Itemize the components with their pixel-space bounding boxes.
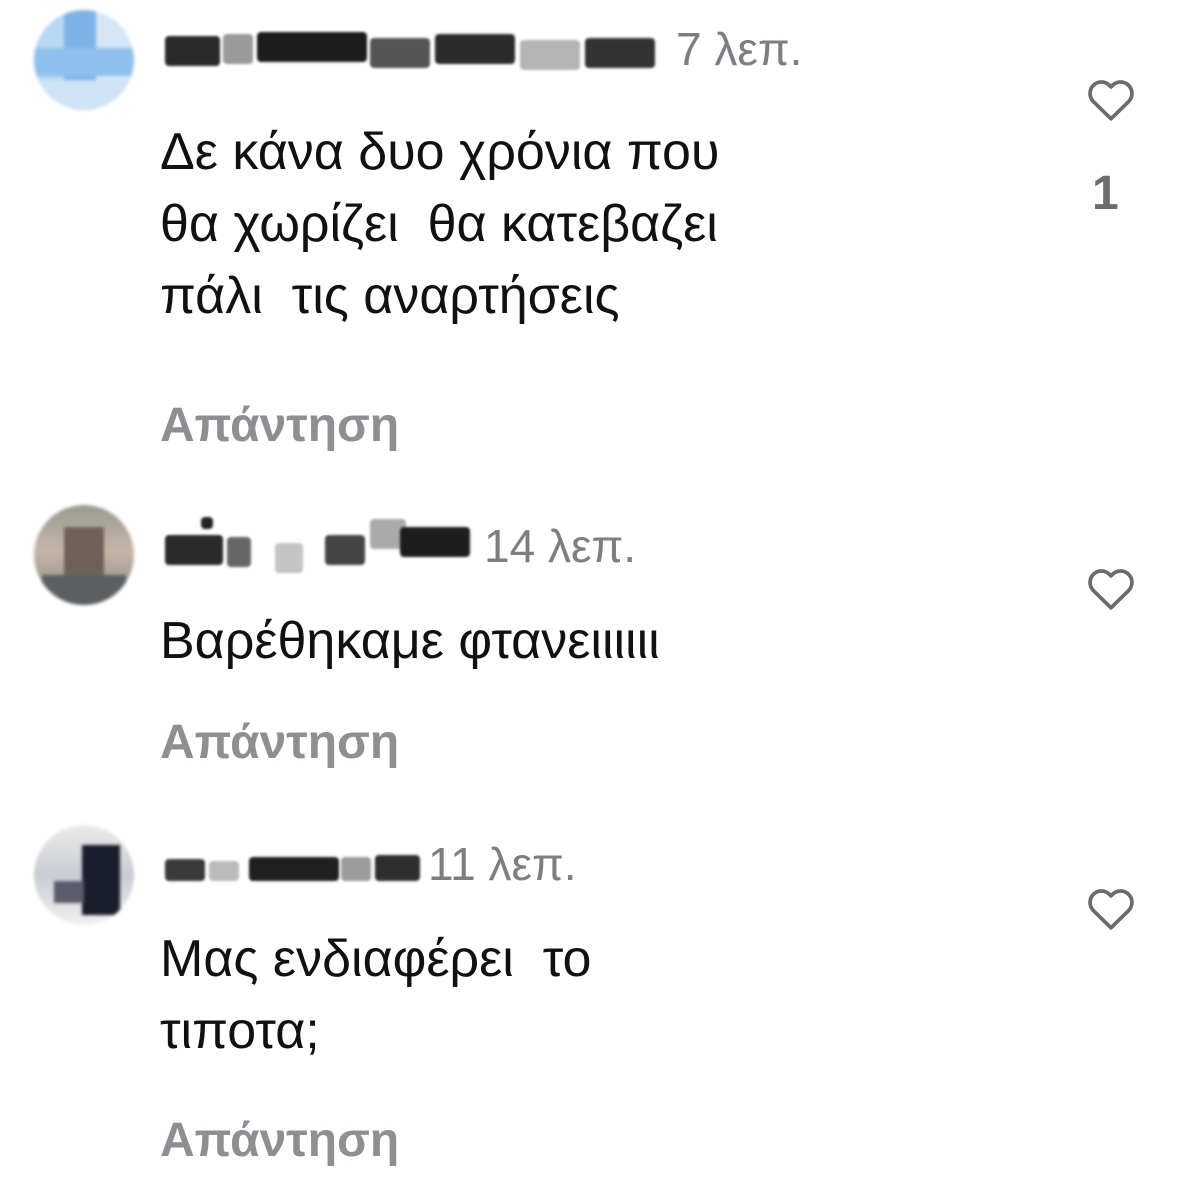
comment-text: Δε κάνα δυο χρόνια που θα χωρίζει θα κατ… (160, 123, 720, 325)
username-blurred[interactable] (165, 24, 665, 70)
comment-timestamp: 14 λεπ. (484, 520, 636, 572)
reply-button[interactable]: Απάντηση (160, 398, 399, 453)
comment-item: 11 λεπ. Μας ενδιαφέρει το τιποτα; Απάντη… (0, 825, 1200, 1192)
comment-text: Μας ενδιαφέρει το τιποτα; (160, 930, 592, 1060)
comment-item: 14 λεπ. Βαρέθηκαμε φτανειιιιιι Απάντηση (0, 505, 1200, 805)
avatar[interactable] (34, 505, 134, 605)
avatar[interactable] (34, 10, 134, 110)
comment-timestamp: 11 λεπ. (428, 838, 577, 890)
comment-timestamp: 7 λεπ. (676, 23, 803, 75)
heart-outline-icon[interactable] (1086, 76, 1136, 122)
username-blurred[interactable] (165, 839, 425, 885)
reply-button[interactable]: Απάντηση (160, 715, 399, 770)
heart-outline-icon[interactable] (1086, 885, 1136, 931)
heart-outline-icon[interactable] (1086, 565, 1136, 611)
like-count: 1 (1092, 167, 1119, 220)
avatar[interactable] (34, 825, 134, 925)
username-blurred[interactable] (165, 513, 485, 573)
comment-text: Βαρέθηκαμε φτανειιιιιι (160, 612, 660, 670)
reply-button[interactable]: Απάντηση (160, 1113, 399, 1168)
comment-item: 7 λεπ. Δε κάνα δυο χρόνια που θα χωρίζει… (0, 0, 1200, 470)
